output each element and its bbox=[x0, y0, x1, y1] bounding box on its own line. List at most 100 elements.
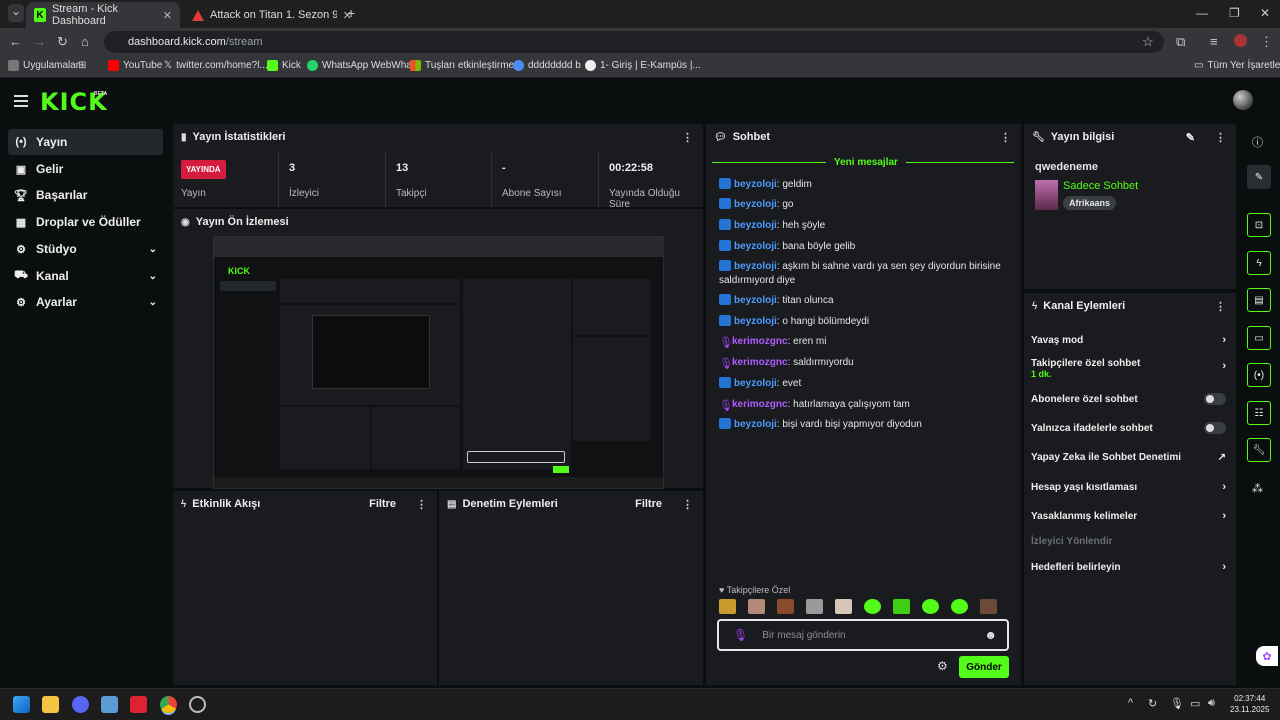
tab-kick-dashboard[interactable]: K Stream - Kick Dashboard ✕ bbox=[26, 2, 180, 28]
bookmark-keys[interactable]: Tuşları etkinleştirme... bbox=[410, 60, 522, 71]
wrench-tool-icon[interactable]: 🔧︎ bbox=[1247, 438, 1271, 462]
chat-username[interactable]: kerimozgnc bbox=[732, 336, 788, 347]
chat-username[interactable]: kerimozgnc bbox=[732, 399, 788, 410]
user-avatar[interactable] bbox=[1233, 90, 1253, 110]
chat-username[interactable]: beyzoloji bbox=[734, 378, 777, 389]
emote-icon[interactable] bbox=[777, 599, 794, 614]
sidebar-item-kanal[interactable]: ⛟ Kanal ⌄ bbox=[8, 263, 163, 289]
chrome-icon[interactable] bbox=[160, 696, 177, 713]
edit-pencil-icon[interactable]: ✎ bbox=[1186, 131, 1195, 144]
bookmark-ekampus[interactable]: 1- Giriş | E-Kampüs |... bbox=[585, 60, 701, 71]
apps-dots-icon[interactable]: ⁂ bbox=[1252, 482, 1263, 495]
emote-icon[interactable] bbox=[922, 599, 939, 614]
sidebar-item-droplar[interactable]: ▦ Droplar ve Ödüller bbox=[8, 209, 163, 235]
chat-tool-icon[interactable]: ▭ bbox=[1247, 326, 1271, 350]
minimize-icon[interactable]: — bbox=[1196, 6, 1208, 20]
bookmark-whatsapp[interactable]: WhatsApp WebWha... bbox=[307, 60, 420, 71]
close-icon[interactable]: ✕ bbox=[163, 9, 172, 22]
bookmark-apps[interactable]: Uygulamalar bbox=[8, 60, 79, 71]
tray-volume-icon[interactable]: 🔊︎ bbox=[1208, 697, 1215, 710]
chat-username[interactable]: beyzoloji bbox=[734, 419, 777, 430]
reload-icon[interactable]: ↻ bbox=[57, 34, 68, 50]
more-options-icon[interactable]: ⋮ bbox=[1000, 131, 1011, 144]
chat-username[interactable]: beyzoloji bbox=[734, 261, 777, 272]
bookmark-dddd[interactable]: dddddddd b bbox=[513, 60, 581, 71]
extensions-icon[interactable]: ⧉ bbox=[1176, 34, 1185, 50]
hamburger-menu-icon[interactable] bbox=[14, 95, 28, 107]
forward-arrow-icon[interactable]: → bbox=[33, 34, 46, 49]
sidebar-item-gelir[interactable]: ▣ Gelir bbox=[8, 156, 163, 182]
more-options-icon[interactable]: ⋮ bbox=[682, 498, 693, 511]
chat-username[interactable]: beyzoloji bbox=[734, 316, 777, 327]
send-button[interactable]: Gönder bbox=[959, 656, 1009, 678]
sidebar-item-basarilar[interactable]: 🏆︎ Başarılar bbox=[8, 182, 163, 208]
discord-icon[interactable] bbox=[72, 696, 89, 713]
file-explorer-icon[interactable] bbox=[42, 696, 59, 713]
address-bar[interactable]: dashboard.kick.com/stream bbox=[104, 31, 1164, 53]
chat-settings-gear-icon[interactable]: ⚙ bbox=[937, 659, 948, 673]
emote-icon[interactable] bbox=[864, 599, 881, 614]
new-tab-plus-icon[interactable]: + bbox=[347, 5, 355, 21]
lightning-tool-icon[interactable]: ϟ bbox=[1247, 251, 1271, 275]
profile-avatar-icon[interactable] bbox=[1234, 34, 1247, 47]
bookmark-twitter[interactable]: 𝕏twitter.com/home?l... bbox=[164, 60, 268, 71]
tray-clock[interactable]: 02:37:44 23.11.2025 bbox=[1230, 693, 1269, 715]
action-account-age[interactable]: Hesap yaşı kısıtlaması › bbox=[1031, 481, 1226, 493]
more-options-icon[interactable]: ⋮ bbox=[416, 498, 427, 511]
browser-menu-icon[interactable]: ⋮ bbox=[1260, 34, 1273, 50]
layout-tool-icon[interactable]: ☷ bbox=[1247, 401, 1271, 425]
sidebar-item-studyo[interactable]: ⚙ Stüdyo ⌄ bbox=[8, 236, 163, 262]
tab-search-icon[interactable]: ⌄ bbox=[8, 4, 24, 22]
subscribers-only-toggle[interactable] bbox=[1204, 393, 1226, 405]
chat-username[interactable]: kerimozgnc bbox=[732, 357, 788, 368]
tray-mic-icon[interactable]: 🎙︎ bbox=[1170, 697, 1184, 710]
bookmark-all[interactable]: ▭ Tüm Yer İşaretleri bbox=[1194, 60, 1280, 71]
back-arrow-icon[interactable]: ← bbox=[9, 34, 22, 49]
bookmark-youtube[interactable]: YouTube bbox=[108, 60, 162, 71]
bookmark-grid[interactable]: ⊞ bbox=[78, 60, 86, 71]
filter-button[interactable]: Filtre bbox=[369, 498, 396, 510]
app-icon[interactable] bbox=[130, 696, 147, 713]
tray-sync-icon[interactable]: ↻ bbox=[1148, 697, 1157, 710]
more-options-icon[interactable]: ⋮ bbox=[1215, 131, 1226, 144]
stream-preview-video[interactable]: KICK bbox=[213, 236, 664, 489]
emote-icon[interactable] bbox=[893, 599, 910, 614]
emote-icon[interactable] bbox=[951, 599, 968, 614]
tab-attack-on-titan[interactable]: Attack on Titan 1. Sezon 9. Bölü ✕ bbox=[184, 2, 360, 28]
emotes-only-toggle[interactable] bbox=[1204, 422, 1226, 434]
category-name[interactable]: Sadece Sohbet bbox=[1063, 180, 1138, 192]
tray-chevron-up-icon[interactable]: ^ bbox=[1128, 697, 1133, 709]
media-control-icon[interactable]: ≡ bbox=[1210, 34, 1218, 49]
action-slow-mode[interactable]: Yavaş mod › bbox=[1031, 334, 1226, 346]
edit-tool-icon[interactable]: ✎ bbox=[1247, 165, 1271, 189]
sidebar-item-ayarlar[interactable]: ⚙ Ayarlar ⌄ bbox=[8, 289, 163, 315]
filter-button[interactable]: Filtre bbox=[635, 498, 662, 510]
chat-username[interactable]: beyzoloji bbox=[734, 220, 777, 231]
bookmark-kick[interactable]: Kick bbox=[267, 60, 301, 71]
action-set-goals[interactable]: Hedefleri belirleyin › bbox=[1031, 561, 1226, 573]
chat-username[interactable]: beyzoloji bbox=[734, 295, 777, 306]
emote-icon[interactable] bbox=[748, 599, 765, 614]
emote-icon[interactable] bbox=[835, 599, 852, 614]
more-options-icon[interactable]: ⋮ bbox=[682, 131, 693, 144]
app-icon[interactable] bbox=[101, 696, 118, 713]
emote-icon[interactable] bbox=[719, 599, 736, 614]
window-close-icon[interactable]: ✕ bbox=[1260, 6, 1270, 20]
steam-icon[interactable] bbox=[189, 696, 206, 713]
action-followers-only[interactable]: Takipçilere özel sohbet 1 dk. › bbox=[1031, 358, 1226, 380]
clip-tool-icon[interactable]: ⊡ bbox=[1247, 213, 1271, 237]
chat-username[interactable]: beyzoloji bbox=[734, 179, 777, 190]
restore-icon[interactable]: ❐ bbox=[1229, 6, 1240, 20]
emote-icon[interactable] bbox=[980, 599, 997, 614]
bookmark-star-icon[interactable]: ☆ bbox=[1142, 34, 1154, 50]
emoji-icon[interactable]: ☻ bbox=[984, 628, 997, 642]
windows-start-icon[interactable] bbox=[13, 696, 30, 713]
more-options-icon[interactable]: ⋮ bbox=[1215, 300, 1226, 313]
floating-assistant-icon[interactable]: ✿ bbox=[1256, 646, 1278, 666]
info-icon[interactable]: ⓘ bbox=[1252, 134, 1263, 150]
home-icon[interactable]: ⌂ bbox=[81, 34, 89, 49]
tray-network-icon[interactable]: ▭ bbox=[1190, 697, 1200, 710]
action-ai-moderation[interactable]: Yapay Zeka ile Sohbet Denetimi ↗ bbox=[1031, 452, 1226, 463]
broadcast-tool-icon[interactable]: (•) bbox=[1247, 363, 1271, 387]
chat-username[interactable]: beyzoloji bbox=[734, 199, 777, 210]
